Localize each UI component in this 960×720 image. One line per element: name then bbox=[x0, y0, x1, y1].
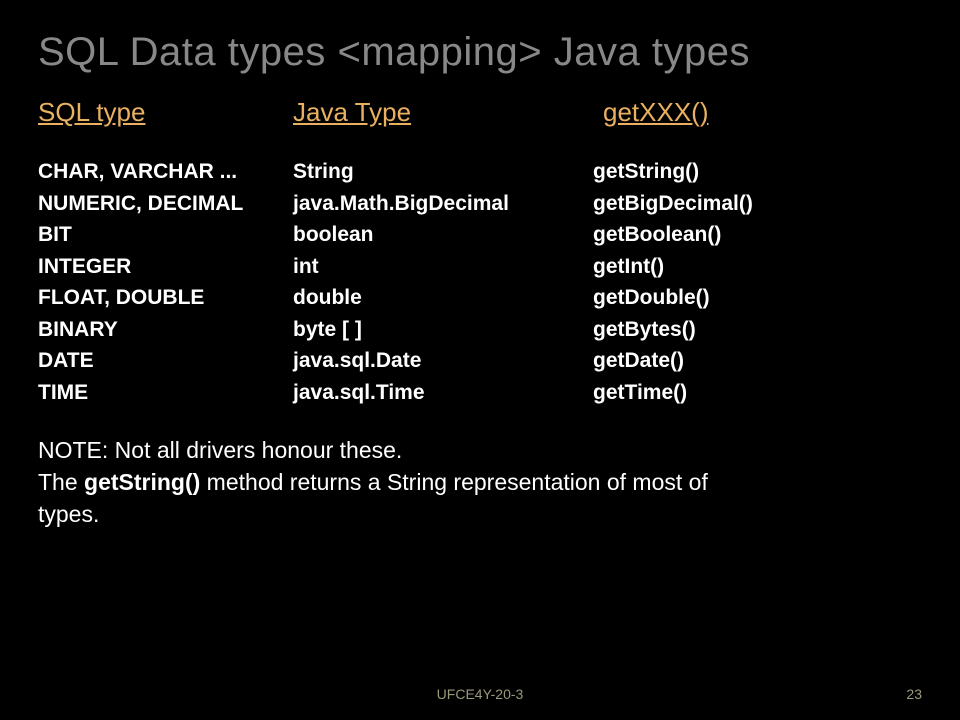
note-text: NOTE: Not all drivers honour these. The … bbox=[38, 434, 922, 531]
cell-java: double bbox=[293, 282, 593, 314]
cell-method: getDouble() bbox=[593, 282, 922, 314]
note-line2-bold: getString() bbox=[84, 469, 200, 495]
header-java-type: Java Type bbox=[293, 97, 603, 128]
table-row: DATE java.sql.Date getDate() bbox=[38, 345, 922, 377]
cell-method: getTime() bbox=[593, 377, 922, 409]
slide-number: 23 bbox=[906, 686, 922, 702]
note-line2-prefix: The bbox=[38, 469, 84, 495]
cell-sql: DATE bbox=[38, 345, 293, 377]
header-getxxx: getXXX() bbox=[603, 97, 922, 128]
cell-method: getInt() bbox=[593, 251, 922, 283]
note-line2-suffix: method returns a String representation o… bbox=[200, 469, 708, 495]
table-row: TIME java.sql.Time getTime() bbox=[38, 377, 922, 409]
cell-java: java.Math.BigDecimal bbox=[293, 188, 593, 220]
footer-text: UFCE4Y-20-3 bbox=[437, 686, 524, 702]
cell-method: getBytes() bbox=[593, 314, 922, 346]
cell-method: getBoolean() bbox=[593, 219, 922, 251]
cell-java: java.sql.Date bbox=[293, 345, 593, 377]
slide-title: SQL Data types <mapping> Java types bbox=[38, 30, 922, 75]
cell-sql: FLOAT, DOUBLE bbox=[38, 282, 293, 314]
table-row: NUMERIC, DECIMAL java.Math.BigDecimal ge… bbox=[38, 188, 922, 220]
cell-method: getString() bbox=[593, 156, 922, 188]
cell-java: java.sql.Time bbox=[293, 377, 593, 409]
note-line3: types. bbox=[38, 498, 922, 530]
header-sql-type: SQL type bbox=[38, 97, 293, 128]
cell-java: int bbox=[293, 251, 593, 283]
cell-method: getDate() bbox=[593, 345, 922, 377]
note-line1: NOTE: Not all drivers honour these. bbox=[38, 434, 922, 466]
cell-sql: CHAR, VARCHAR ... bbox=[38, 156, 293, 188]
cell-sql: NUMERIC, DECIMAL bbox=[38, 188, 293, 220]
slide-footer: UFCE4Y-20-3 bbox=[0, 686, 960, 702]
column-headers: SQL type Java Type getXXX() bbox=[38, 97, 922, 128]
table-row: BIT boolean getBoolean() bbox=[38, 219, 922, 251]
table-row: CHAR, VARCHAR ... String getString() bbox=[38, 156, 922, 188]
table-row: INTEGER int getInt() bbox=[38, 251, 922, 283]
cell-java: boolean bbox=[293, 219, 593, 251]
cell-java: String bbox=[293, 156, 593, 188]
table-row: FLOAT, DOUBLE double getDouble() bbox=[38, 282, 922, 314]
cell-sql: BIT bbox=[38, 219, 293, 251]
cell-sql: INTEGER bbox=[38, 251, 293, 283]
cell-sql: TIME bbox=[38, 377, 293, 409]
note-line2: The getString() method returns a String … bbox=[38, 466, 922, 498]
cell-method: getBigDecimal() bbox=[593, 188, 922, 220]
mapping-table: CHAR, VARCHAR ... String getString() NUM… bbox=[38, 156, 922, 408]
cell-java: byte [ ] bbox=[293, 314, 593, 346]
table-row: BINARY byte [ ] getBytes() bbox=[38, 314, 922, 346]
cell-sql: BINARY bbox=[38, 314, 293, 346]
